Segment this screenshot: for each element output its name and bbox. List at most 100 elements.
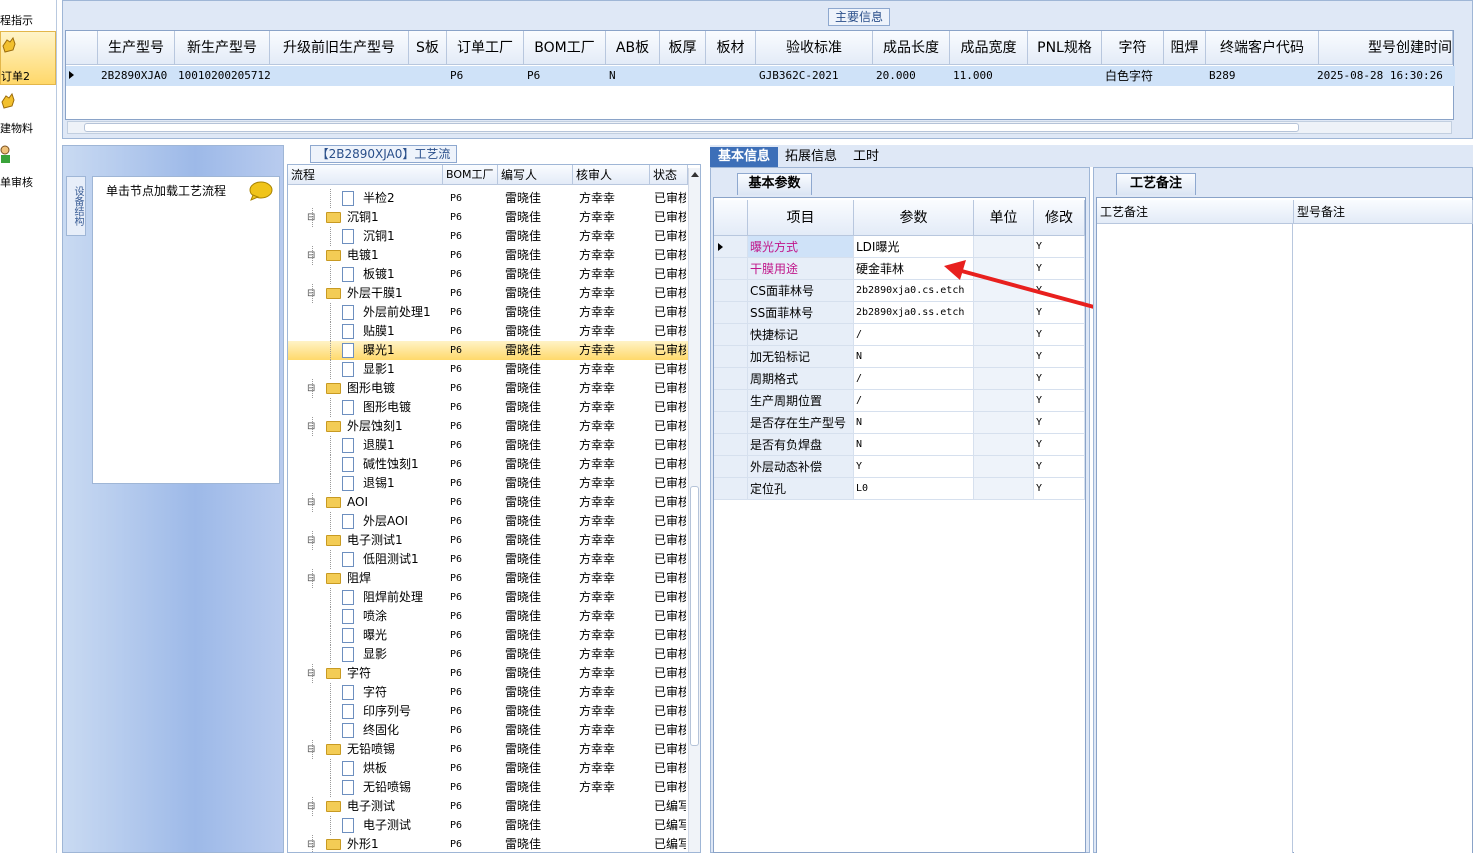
collapse-toggle-icon[interactable]: ⊟ xyxy=(307,379,315,398)
cell[interactable]: P6 xyxy=(447,66,463,86)
col-header[interactable]: 流程 xyxy=(288,165,443,185)
param-value[interactable]: N xyxy=(854,434,974,456)
col-header[interactable]: PNL规格 xyxy=(1028,31,1102,65)
tab-extended-info[interactable]: 拓展信息 xyxy=(780,147,842,167)
tree-leaf-node[interactable]: 贴膜1 P6 雷晓佳 方幸幸 已审核 xyxy=(288,322,688,341)
tab-basic-info[interactable]: 基本信息 xyxy=(710,147,778,167)
tree-folder-node[interactable]: ⊟ 外层干膜1 P6 雷晓佳 方幸幸 已审核 xyxy=(288,284,688,303)
nav-item-order[interactable]: 订单2 xyxy=(0,31,56,85)
collapse-toggle-icon[interactable]: ⊟ xyxy=(307,569,315,588)
cell[interactable]: 2025-08-28 16:30:26 xyxy=(1314,66,1443,86)
tree-leaf-node[interactable]: 退锡1 P6 雷晓佳 方幸幸 已审核 xyxy=(288,474,688,493)
tree-leaf-node[interactable]: 图形电镀 P6 雷晓佳 方幸幸 已审核 xyxy=(288,398,688,417)
param-value[interactable]: / xyxy=(854,368,974,390)
param-value[interactable]: / xyxy=(854,390,974,412)
tree-leaf-node[interactable]: 显影1 P6 雷晓佳 方幸幸 已审核 xyxy=(288,360,688,379)
nav-item-process-guide[interactable]: 程指示 xyxy=(0,0,56,30)
nav-item-review[interactable]: 单审核 xyxy=(0,140,56,194)
param-unit[interactable] xyxy=(974,434,1034,456)
scroll-up-icon[interactable] xyxy=(691,172,699,177)
param-unit[interactable] xyxy=(974,346,1034,368)
col-header[interactable]: 终端客户代码 xyxy=(1206,31,1319,65)
col-header[interactable]: 验收标准 xyxy=(756,31,873,65)
param-row[interactable]: 是否有负焊盘 N Y xyxy=(714,434,1085,456)
param-modify-flag[interactable]: Y xyxy=(1034,478,1085,500)
cell[interactable]: B289 xyxy=(1206,66,1236,86)
col-header[interactable]: 项目 xyxy=(748,200,854,236)
col-header[interactable]: 阻焊 xyxy=(1164,31,1206,65)
col-header[interactable]: 修改 xyxy=(1034,200,1085,236)
cell[interactable]: 10010200205712 xyxy=(175,66,271,86)
tree-folder-node[interactable]: ⊟ 电子测试1 P6 雷晓佳 方幸幸 已审核 xyxy=(288,531,688,550)
collapse-toggle-icon[interactable]: ⊟ xyxy=(307,797,315,816)
param-modify-flag[interactable]: Y xyxy=(1034,368,1085,390)
tree-leaf-node[interactable]: 烘板 P6 雷晓佳 方幸幸 已审核 xyxy=(288,759,688,778)
param-modify-flag[interactable]: Y xyxy=(1034,434,1085,456)
param-unit[interactable] xyxy=(974,368,1034,390)
col-header[interactable]: 参数 xyxy=(854,200,974,236)
process-notes-textarea[interactable] xyxy=(1097,224,1293,853)
collapse-toggle-icon[interactable]: ⊟ xyxy=(307,284,315,303)
tree-leaf-node[interactable]: 碱性蚀刻1 P6 雷晓佳 方幸幸 已审核 xyxy=(288,455,688,474)
tree-folder-node[interactable]: ⊟ AOI P6 雷晓佳 方幸幸 已审核 xyxy=(288,493,688,512)
collapse-toggle-icon[interactable]: ⊟ xyxy=(307,835,315,852)
col-header[interactable]: 成品宽度 xyxy=(950,31,1028,65)
tree-leaf-node[interactable]: 显影 P6 雷晓佳 方幸幸 已审核 xyxy=(288,645,688,664)
param-modify-flag[interactable]: Y xyxy=(1034,390,1085,412)
subtab-basic-params[interactable]: 基本参数 xyxy=(737,173,812,195)
col-header[interactable]: 订单工厂 xyxy=(447,31,524,65)
col-header[interactable]: 新生产型号 xyxy=(175,31,270,65)
param-value[interactable]: / xyxy=(854,324,974,346)
cell[interactable]: P6 xyxy=(524,66,540,86)
cell[interactable]: N xyxy=(606,66,616,86)
tree-folder-node[interactable]: ⊟ 外层蚀刻1 P6 雷晓佳 方幸幸 已审核 xyxy=(288,417,688,436)
col-header[interactable]: 板材 xyxy=(706,31,756,65)
tree-leaf-node[interactable]: 沉铜1 P6 雷晓佳 方幸幸 已审核 xyxy=(288,227,688,246)
col-header[interactable]: 编写人 xyxy=(498,165,573,185)
tree-folder-node[interactable]: ⊟ 阻焊 P6 雷晓佳 方幸幸 已审核 xyxy=(288,569,688,588)
tree-leaf-node[interactable]: 阻焊前处理 P6 雷晓佳 方幸幸 已审核 xyxy=(288,588,688,607)
collapse-toggle-icon[interactable]: ⊟ xyxy=(307,417,315,436)
tree-leaf-node[interactable]: 曝光 P6 雷晓佳 方幸幸 已审核 xyxy=(288,626,688,645)
tree-folder-node[interactable]: ⊟ 字符 P6 雷晓佳 方幸幸 已审核 xyxy=(288,664,688,683)
param-unit[interactable] xyxy=(974,236,1034,258)
param-unit[interactable] xyxy=(974,412,1034,434)
tree-folder-node[interactable]: ⊟ 沉铜1 P6 雷晓佳 方幸幸 已审核 xyxy=(288,208,688,227)
col-header[interactable]: S板 xyxy=(409,31,447,65)
vertical-tab-device-structure[interactable]: 设备结构 xyxy=(66,176,86,236)
tree-folder-node[interactable]: ⊟ 无铅喷锡 P6 雷晓佳 方幸幸 已审核 xyxy=(288,740,688,759)
col-header[interactable]: 生产型号 xyxy=(98,31,175,65)
tree-leaf-node[interactable]: 曝光1 P6 雷晓佳 方幸幸 已审核 xyxy=(288,341,688,360)
param-value[interactable]: Y xyxy=(854,456,974,478)
tree-leaf-node[interactable]: 喷涂 P6 雷晓佳 方幸幸 已审核 xyxy=(288,607,688,626)
col-header[interactable]: 单位 xyxy=(974,200,1034,236)
subtab-process-notes[interactable]: 工艺备注 xyxy=(1116,173,1196,195)
horizontal-scrollbar[interactable] xyxy=(67,121,1452,134)
tree-folder-node[interactable]: ⊟ 图形电镀 P6 雷晓佳 方幸幸 已审核 xyxy=(288,379,688,398)
vertical-scrollbar[interactable] xyxy=(688,168,700,852)
cell[interactable]: 20.000 xyxy=(873,66,916,86)
param-row[interactable]: 定位孔 L0 Y xyxy=(714,478,1085,500)
collapse-toggle-icon[interactable]: ⊟ xyxy=(307,493,315,512)
param-unit[interactable] xyxy=(974,478,1034,500)
param-unit[interactable] xyxy=(974,324,1034,346)
param-row[interactable]: 生产周期位置 / Y xyxy=(714,390,1085,412)
cell[interactable]: 2B2890XJA0 xyxy=(98,66,167,86)
tree-folder-node[interactable]: ⊟ 外形1 P6 雷晓佳 已编写 xyxy=(288,835,688,852)
param-modify-flag[interactable]: Y xyxy=(1034,346,1085,368)
tree-leaf-node[interactable]: 低阻测试1 P6 雷晓佳 方幸幸 已审核 xyxy=(288,550,688,569)
collapse-toggle-icon[interactable]: ⊟ xyxy=(307,664,315,683)
collapse-toggle-icon[interactable]: ⊟ xyxy=(307,531,315,550)
tree-leaf-node[interactable]: 字符 P6 雷晓佳 方幸幸 已审核 xyxy=(288,683,688,702)
col-header[interactable]: BOM工厂 xyxy=(443,165,498,185)
tree-leaf-node[interactable]: 无铅喷锡 P6 雷晓佳 方幸幸 已审核 xyxy=(288,778,688,797)
tree-folder-node[interactable]: ⊟ 电镀1 P6 雷晓佳 方幸幸 已审核 xyxy=(288,246,688,265)
tree-leaf-node[interactable]: 电子测试 P6 雷晓佳 已编写 xyxy=(288,816,688,835)
tree-leaf-node[interactable]: 半检2 P6 雷晓佳 方幸幸 已审核 xyxy=(288,189,688,208)
scroll-thumb[interactable] xyxy=(84,123,1299,132)
param-modify-flag[interactable]: Y xyxy=(1034,324,1085,346)
col-header[interactable]: 型号创建时间 xyxy=(1319,31,1453,65)
param-row[interactable]: 曝光方式 LDI曝光 Y xyxy=(714,236,1085,258)
collapse-toggle-icon[interactable]: ⊟ xyxy=(307,740,315,759)
tree-leaf-node[interactable]: 外层AOI P6 雷晓佳 方幸幸 已审核 xyxy=(288,512,688,531)
